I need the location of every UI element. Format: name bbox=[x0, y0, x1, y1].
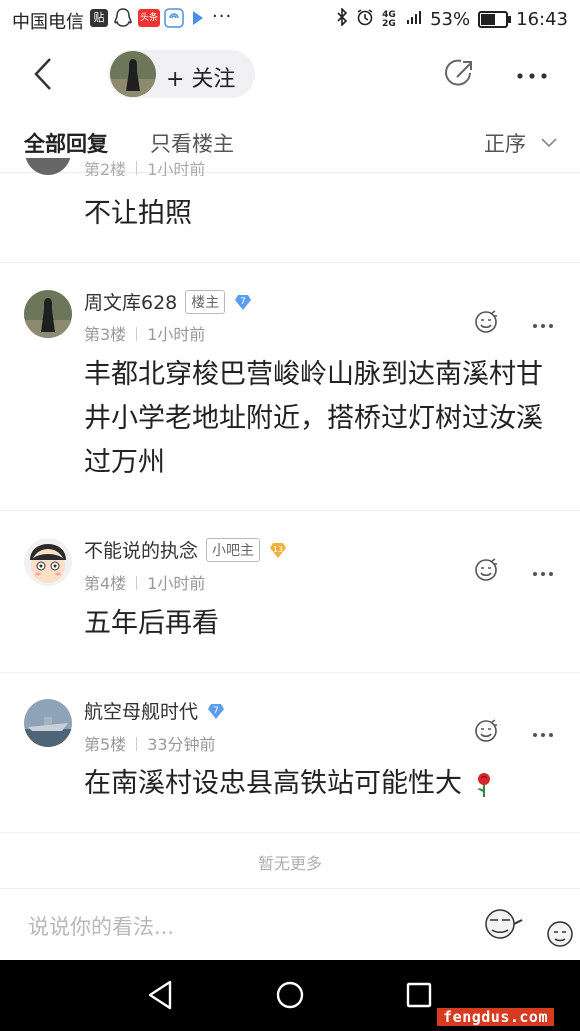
post2-content: 不让拍照 bbox=[84, 198, 192, 229]
post5-time: 33分钟前 bbox=[147, 735, 216, 754]
post3-react-button[interactable] bbox=[472, 308, 500, 336]
post5-content: 在南溪村设忠县高铁站可能性大 bbox=[84, 768, 462, 799]
post2-time: 1小时前 bbox=[147, 160, 206, 176]
comment-input[interactable]: 说说你的看法... bbox=[28, 911, 174, 941]
share-button[interactable] bbox=[442, 58, 476, 92]
back-button[interactable] bbox=[28, 56, 62, 92]
status-bar: 中国电信 贴 头条 ··· 4G 2G 53% 16:43 bbox=[0, 0, 580, 38]
share-icon bbox=[445, 59, 472, 86]
post2-meta-partial: 第2楼 1小时前 bbox=[84, 160, 205, 176]
svg-text:13: 13 bbox=[273, 545, 283, 554]
nav-recents-button[interactable] bbox=[406, 982, 432, 1012]
level-badge-icon: 7 bbox=[208, 703, 225, 719]
tieba-notification-icon: 贴 bbox=[90, 9, 108, 27]
post4-avatar[interactable] bbox=[24, 538, 72, 586]
post5-author-row: 航空母舰时代 7 bbox=[84, 697, 226, 724]
emoji-react-icon bbox=[475, 558, 497, 581]
signal-app-icon bbox=[164, 8, 184, 33]
more-dots-icon bbox=[533, 324, 553, 328]
meme-sticker-icon bbox=[485, 909, 573, 947]
post3-avatar[interactable] bbox=[24, 290, 72, 338]
triangle-back-icon bbox=[148, 980, 172, 1010]
battery-icon bbox=[478, 11, 512, 28]
tab-all-replies[interactable]: 全部回复 bbox=[24, 128, 108, 158]
rose-emoji-icon bbox=[477, 773, 490, 797]
sort-label: 正序 bbox=[484, 132, 526, 156]
post-divider bbox=[0, 262, 580, 263]
post3-username[interactable]: 周文库628 bbox=[84, 288, 177, 315]
post4-author-row: 不能说的执念 小吧主 13 bbox=[84, 536, 288, 563]
follow-button[interactable]: + 关注 bbox=[166, 61, 235, 93]
circle-home-icon bbox=[276, 981, 304, 1009]
tab-owner-only[interactable]: 只看楼主 bbox=[150, 128, 234, 158]
qq-icon bbox=[114, 8, 132, 33]
bluetooth-icon bbox=[336, 7, 348, 31]
nav-back-button[interactable] bbox=[146, 979, 174, 1015]
post-divider bbox=[0, 510, 580, 511]
no-more-label: 暂无更多 bbox=[257, 854, 322, 873]
post3-role-badge: 楼主 bbox=[185, 289, 226, 314]
post5-avatar[interactable] bbox=[24, 699, 72, 747]
level-badge-icon: 13 bbox=[270, 542, 287, 558]
post3-meta: 第3楼 1小时前 bbox=[84, 321, 205, 345]
post3-more-button[interactable] bbox=[532, 310, 554, 334]
battery-percent: 53% bbox=[430, 9, 471, 30]
more-notifications: ··· bbox=[212, 6, 233, 27]
square-recents-icon bbox=[406, 982, 432, 1008]
chevron-down-icon bbox=[541, 138, 557, 148]
post5-content-row: 在南溪村设忠县高铁站可能性大 bbox=[84, 762, 554, 806]
video-app-icon bbox=[190, 8, 206, 33]
post5-more-button[interactable] bbox=[532, 719, 554, 743]
nav-home-button[interactable] bbox=[275, 980, 305, 1014]
more-dots-icon bbox=[517, 73, 547, 79]
post3-content: 丰都北穿梭巴营峻岭山脉到达南溪村甘井小学老地址附近，搭桥过灯树过汝溪过万州 bbox=[84, 359, 543, 478]
status-right: 4G 2G 53% 16:43 bbox=[336, 7, 568, 31]
post4-react-button[interactable] bbox=[472, 556, 500, 584]
more-dots-icon bbox=[533, 572, 553, 576]
post5-username[interactable]: 航空母舰时代 bbox=[84, 697, 198, 724]
more-options-button[interactable] bbox=[516, 66, 548, 85]
carrier-label: 中国电信 bbox=[12, 12, 84, 33]
post3-floor: 第3楼 bbox=[84, 325, 127, 344]
post4-more-button[interactable] bbox=[532, 558, 554, 582]
post-divider bbox=[0, 672, 580, 673]
post4-meta: 第4楼 1小时前 bbox=[84, 570, 205, 594]
post-divider bbox=[0, 832, 580, 833]
post4-time: 1小时前 bbox=[147, 574, 206, 593]
watermark: fengdus.com bbox=[437, 1008, 554, 1026]
post4-floor: 第4楼 bbox=[84, 574, 127, 593]
emoji-react-icon bbox=[475, 719, 497, 742]
post3-author-row: 周文库628 楼主 7 bbox=[84, 288, 253, 315]
post3-time: 1小时前 bbox=[147, 325, 206, 344]
emoji-react-icon bbox=[475, 310, 497, 333]
level-badge-icon: 7 bbox=[235, 294, 252, 310]
post4-content: 五年后再看 bbox=[84, 608, 219, 639]
more-dots-icon bbox=[533, 733, 553, 737]
post5-react-button[interactable] bbox=[472, 717, 500, 745]
post5-floor: 第5楼 bbox=[84, 735, 127, 754]
post4-username[interactable]: 不能说的执念 bbox=[84, 536, 198, 563]
sticker-button[interactable] bbox=[480, 902, 580, 954]
chevron-left-icon bbox=[34, 58, 51, 90]
author-avatar[interactable] bbox=[110, 51, 156, 97]
post5-meta: 第5楼 33分钟前 bbox=[84, 731, 216, 755]
clock: 16:43 bbox=[516, 9, 568, 30]
svg-text:7: 7 bbox=[213, 706, 219, 716]
toutiao-icon: 头条 bbox=[138, 9, 160, 27]
post2-floor: 第2楼 bbox=[84, 160, 127, 176]
post4-role-badge: 小吧主 bbox=[206, 537, 261, 562]
sort-dropdown[interactable]: 正序 bbox=[484, 128, 557, 158]
post2-avatar-partial[interactable] bbox=[24, 158, 72, 176]
svg-text:7: 7 bbox=[240, 297, 246, 307]
signal-bars-icon bbox=[406, 9, 422, 30]
alarm-icon bbox=[356, 8, 374, 31]
network-type-label: 4G 2G bbox=[382, 9, 396, 29]
